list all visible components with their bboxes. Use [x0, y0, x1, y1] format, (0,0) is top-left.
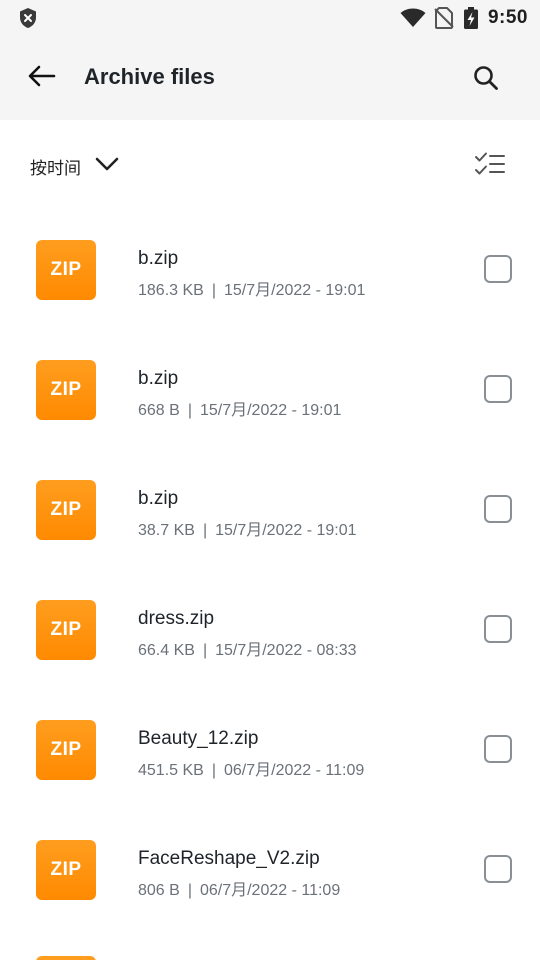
zip-icon-label: ZIP — [50, 499, 82, 520]
file-size: 806 B — [138, 882, 180, 899]
zip-file-icon: ZIP — [36, 720, 96, 780]
file-checkbox[interactable] — [484, 375, 512, 403]
file-size: 186.3 KB — [138, 282, 204, 299]
file-name: dress.zip — [138, 608, 215, 629]
file-name: b.zip — [138, 368, 179, 389]
zip-file-icon: ZIP — [36, 240, 96, 300]
zip-icon-label: ZIP — [50, 379, 82, 400]
zip-icon-label: ZIP — [50, 259, 82, 280]
wifi-icon — [400, 8, 426, 28]
zip-file-icon: ZIP — [36, 600, 96, 660]
zip-icon-label: ZIP — [50, 739, 82, 760]
file-list-item[interactable]: ZIP b.zip 186.3 KB | 15/7月/2022 - 19:01 — [0, 200, 540, 320]
zip-file-icon: ZIP — [36, 480, 96, 540]
shield-x-icon — [17, 7, 39, 29]
status-bar: 9:50 — [0, 0, 540, 36]
file-list-item[interactable]: ZIP FaceReshape_V2.zip 806 B | 06/7月/2022 … — [0, 800, 540, 920]
file-checkbox[interactable] — [484, 615, 512, 643]
meta-separator: | — [202, 642, 208, 659]
sort-dropdown[interactable]: 按时间 — [30, 150, 119, 182]
search-button[interactable] — [462, 56, 510, 104]
checklist-icon — [474, 151, 506, 182]
search-icon — [473, 65, 499, 96]
meta-separator: | — [211, 282, 216, 299]
file-meta: 66.4 KB | 15/7月/2022 - 08:33 — [138, 636, 357, 660]
file-list: ZIP b.zip 186.3 KB | 15/7月/2022 - 19:01 ZI… — [0, 200, 540, 920]
back-button[interactable] — [18, 54, 66, 102]
archive-files-screen: 9:50 Archive files 按时间 ZIP b.zip 186.3 K… — [0, 0, 540, 960]
file-meta: 186.3 KB | 15/7月/2022 - 19:01 — [138, 276, 365, 300]
file-checkbox[interactable] — [484, 855, 512, 883]
sort-label: 按时间 — [30, 158, 81, 179]
file-date: 06/7月/2022 - 11:09 — [223, 762, 365, 779]
meta-separator: | — [187, 402, 192, 419]
file-list-item[interactable]: ZIP b.zip 38.7 KB | 15/7月/2022 - 19:01 — [0, 440, 540, 560]
file-meta: 451.5 KB | 06/7月/2022 - 11:09 — [138, 756, 364, 780]
zip-icon-label: ZIP — [50, 619, 82, 640]
meta-separator: | — [187, 882, 192, 899]
file-date: 06/7月/2022 - 11:09 — [199, 882, 341, 899]
file-name: FaceReshape_V2.zip — [138, 848, 320, 869]
file-date: 15/7月/2022 - 08:33 — [215, 642, 357, 659]
file-date: 15/7月/2022 - 19:01 — [215, 522, 357, 539]
file-list-item[interactable]: ZIP Beauty_12.zip 451.5 KB | 06/7月/2022 - … — [0, 680, 540, 800]
file-list-item[interactable]: ZIP b.zip 668 B | 15/7月/2022 - 19:01 — [0, 320, 540, 440]
file-size: 38.7 KB — [138, 522, 195, 539]
zip-icon-label: ZIP — [50, 859, 82, 880]
chevron-down-icon — [95, 156, 119, 177]
file-name: Beauty_12.zip — [138, 728, 259, 749]
meta-separator: | — [202, 522, 208, 539]
no-sim-icon — [434, 7, 454, 29]
file-meta: 806 B | 06/7月/2022 - 11:09 — [138, 876, 340, 900]
file-meta: 38.7 KB | 15/7月/2022 - 19:01 — [138, 516, 357, 540]
file-name: b.zip — [138, 248, 179, 269]
sort-bar: 按时间 — [0, 120, 540, 212]
status-icons: 9:50 — [400, 6, 528, 30]
file-size: 451.5 KB — [138, 762, 204, 779]
battery-charging-icon — [463, 7, 478, 29]
file-date: 15/7月/2022 - 19:01 — [199, 402, 342, 419]
zip-file-icon: ZIP — [36, 360, 96, 420]
file-size: 668 B — [138, 402, 180, 419]
page-title: Archive files — [84, 64, 215, 89]
arrow-left-icon — [28, 65, 56, 92]
file-size: 66.4 KB — [138, 642, 195, 659]
status-time: 9:50 — [487, 7, 528, 28]
file-checkbox[interactable] — [484, 495, 512, 523]
zip-file-icon-partial — [36, 956, 96, 960]
multi-select-button[interactable] — [470, 148, 510, 184]
file-checkbox[interactable] — [484, 255, 512, 283]
meta-separator: | — [211, 762, 216, 779]
file-date: 15/7月/2022 - 19:01 — [223, 282, 366, 299]
zip-file-icon: ZIP — [36, 840, 96, 900]
app-bar: Archive files — [0, 36, 540, 120]
file-list-item[interactable]: ZIP dress.zip 66.4 KB | 15/7月/2022 - 08:33 — [0, 560, 540, 680]
file-checkbox[interactable] — [484, 735, 512, 763]
file-meta: 668 B | 15/7月/2022 - 19:01 — [138, 396, 341, 420]
file-name: b.zip — [138, 488, 179, 509]
